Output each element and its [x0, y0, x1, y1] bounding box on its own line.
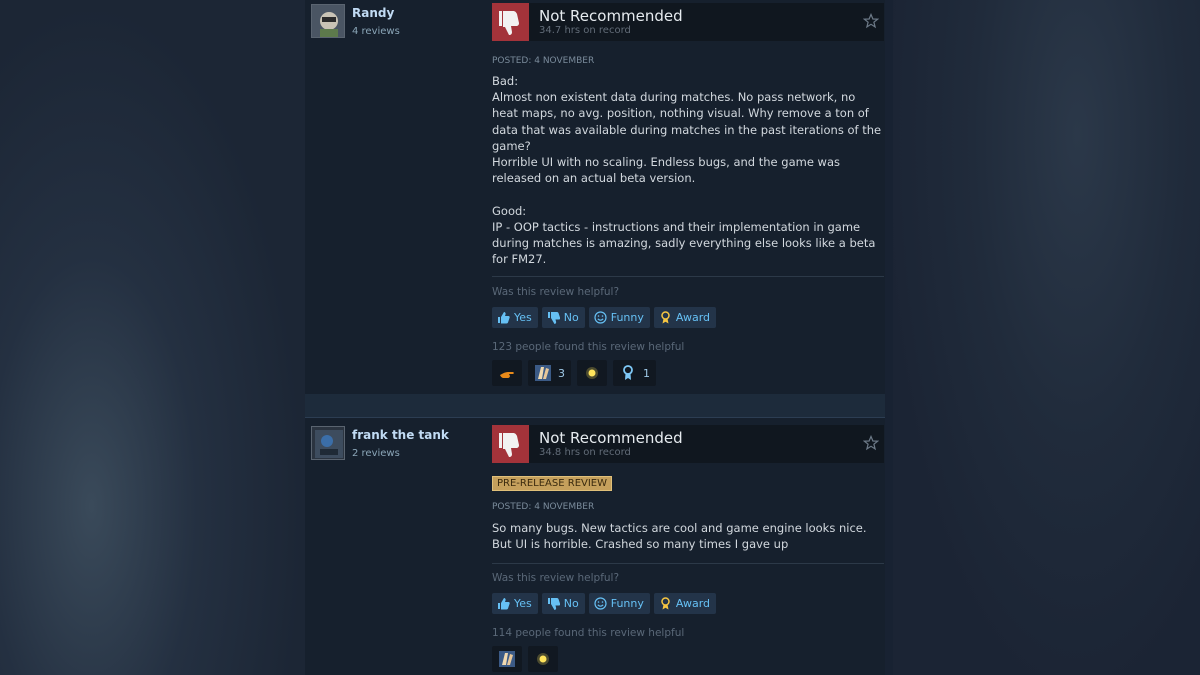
no-label: No [563, 311, 579, 324]
found-helpful-count: 114 people found this review helpful [492, 627, 685, 639]
sparkle-award-icon [586, 367, 598, 379]
clapping-award-icon [535, 365, 551, 381]
pre-release-badge: PRE-RELEASE REVIEW [492, 476, 613, 491]
review-line: Good: [492, 203, 527, 218]
background-right [893, 0, 1200, 675]
vote-buttons: Yes No Funny Award [492, 307, 717, 328]
award-count: 1 [643, 366, 650, 380]
thumbs-down-small-icon [547, 598, 560, 610]
author-name[interactable]: frank the tank [352, 428, 449, 442]
background-left [0, 0, 305, 675]
award-badge[interactable]: 3 [528, 360, 571, 386]
thumbs-down-icon [492, 3, 529, 41]
review-line [492, 186, 882, 202]
review-line: Horrible UI with no scaling. Endless bug… [492, 155, 841, 186]
funny-label: Funny [610, 311, 644, 324]
yes-label: Yes [514, 597, 532, 610]
divider [492, 276, 884, 277]
smiley-icon [594, 597, 607, 610]
ribbon-medal-award-icon [623, 365, 633, 380]
thumbs-down-icon [492, 425, 529, 463]
smiley-icon [594, 311, 607, 324]
yes-label: Yes [514, 311, 532, 324]
avatar[interactable] [311, 426, 345, 460]
award-badge[interactable]: 1 [613, 360, 656, 386]
verdict-title: Not Recommended [539, 7, 683, 25]
found-helpful-count: 123 people found this review helpful [492, 341, 685, 353]
author-name[interactable]: Randy [352, 6, 394, 20]
helpful-question: Was this review helpful? [492, 286, 620, 298]
no-button[interactable]: No [541, 307, 585, 328]
review-line: Bad: [492, 74, 519, 88]
review-card: Randy 4 reviews Not Recommended 34.7 hrs… [305, 0, 885, 394]
funny-button[interactable]: Funny [588, 307, 650, 328]
vote-header[interactable]: Not Recommended 34.8 hrs on record [492, 425, 884, 463]
award-badge[interactable] [577, 360, 607, 386]
posted-date: POSTED: 4 NOVEMBER [492, 56, 595, 66]
review-line: IP - OOP tactics - instructions and thei… [492, 219, 876, 267]
thumbs-down-small-icon [547, 312, 560, 324]
funny-label: Funny [610, 597, 644, 610]
review-card: frank the tank 2 reviews Not Recommended… [305, 418, 885, 675]
no-label: No [563, 597, 579, 610]
posted-date: POSTED: 4 NOVEMBER [492, 502, 595, 512]
thumbs-up-icon [498, 598, 510, 610]
yes-button[interactable]: Yes [492, 593, 538, 614]
award-label: Award [675, 311, 711, 324]
award-ribbon-icon [661, 597, 670, 610]
avatar[interactable] [311, 4, 345, 38]
award-badge[interactable] [528, 646, 558, 672]
awards-row [492, 646, 558, 672]
awards-row: 3 1 [492, 360, 656, 386]
award-count: 3 [558, 366, 565, 380]
award-label: Award [675, 597, 711, 610]
verdict-title: Not Recommended [539, 429, 683, 447]
thumbs-up-icon [498, 312, 510, 324]
vote-header[interactable]: Not Recommended 34.7 hrs on record [492, 3, 884, 41]
divider [492, 563, 884, 564]
award-button[interactable]: Award [653, 307, 717, 328]
vote-buttons: Yes No Funny Award [492, 593, 717, 614]
hours-on-record: 34.8 hrs on record [539, 447, 631, 458]
funny-button[interactable]: Funny [588, 593, 650, 614]
award-badge[interactable] [492, 360, 522, 386]
no-button[interactable]: No [541, 593, 585, 614]
yes-button[interactable]: Yes [492, 307, 538, 328]
hours-on-record: 34.7 hrs on record [539, 25, 631, 36]
author-review-count[interactable]: 2 reviews [352, 448, 400, 459]
hand-pointing-award-icon [500, 372, 514, 378]
author-review-count[interactable]: 4 reviews [352, 26, 400, 37]
review-line: Almost non existent data during matches.… [492, 90, 882, 153]
sparkle-award-icon [537, 653, 549, 665]
review-line: So many bugs. New tactics are cool and g… [492, 521, 867, 552]
review-body: So many bugs. New tactics are cool and g… [492, 520, 882, 552]
star-icon[interactable] [863, 13, 879, 29]
clapping-award-icon [499, 651, 515, 667]
review-body: Bad: Almost non existent data during mat… [492, 73, 882, 267]
helpful-question: Was this review helpful? [492, 572, 620, 584]
review-separator [305, 394, 885, 418]
star-icon[interactable] [863, 435, 879, 451]
award-ribbon-icon [661, 311, 670, 324]
award-badge[interactable] [492, 646, 522, 672]
award-button[interactable]: Award [653, 593, 717, 614]
